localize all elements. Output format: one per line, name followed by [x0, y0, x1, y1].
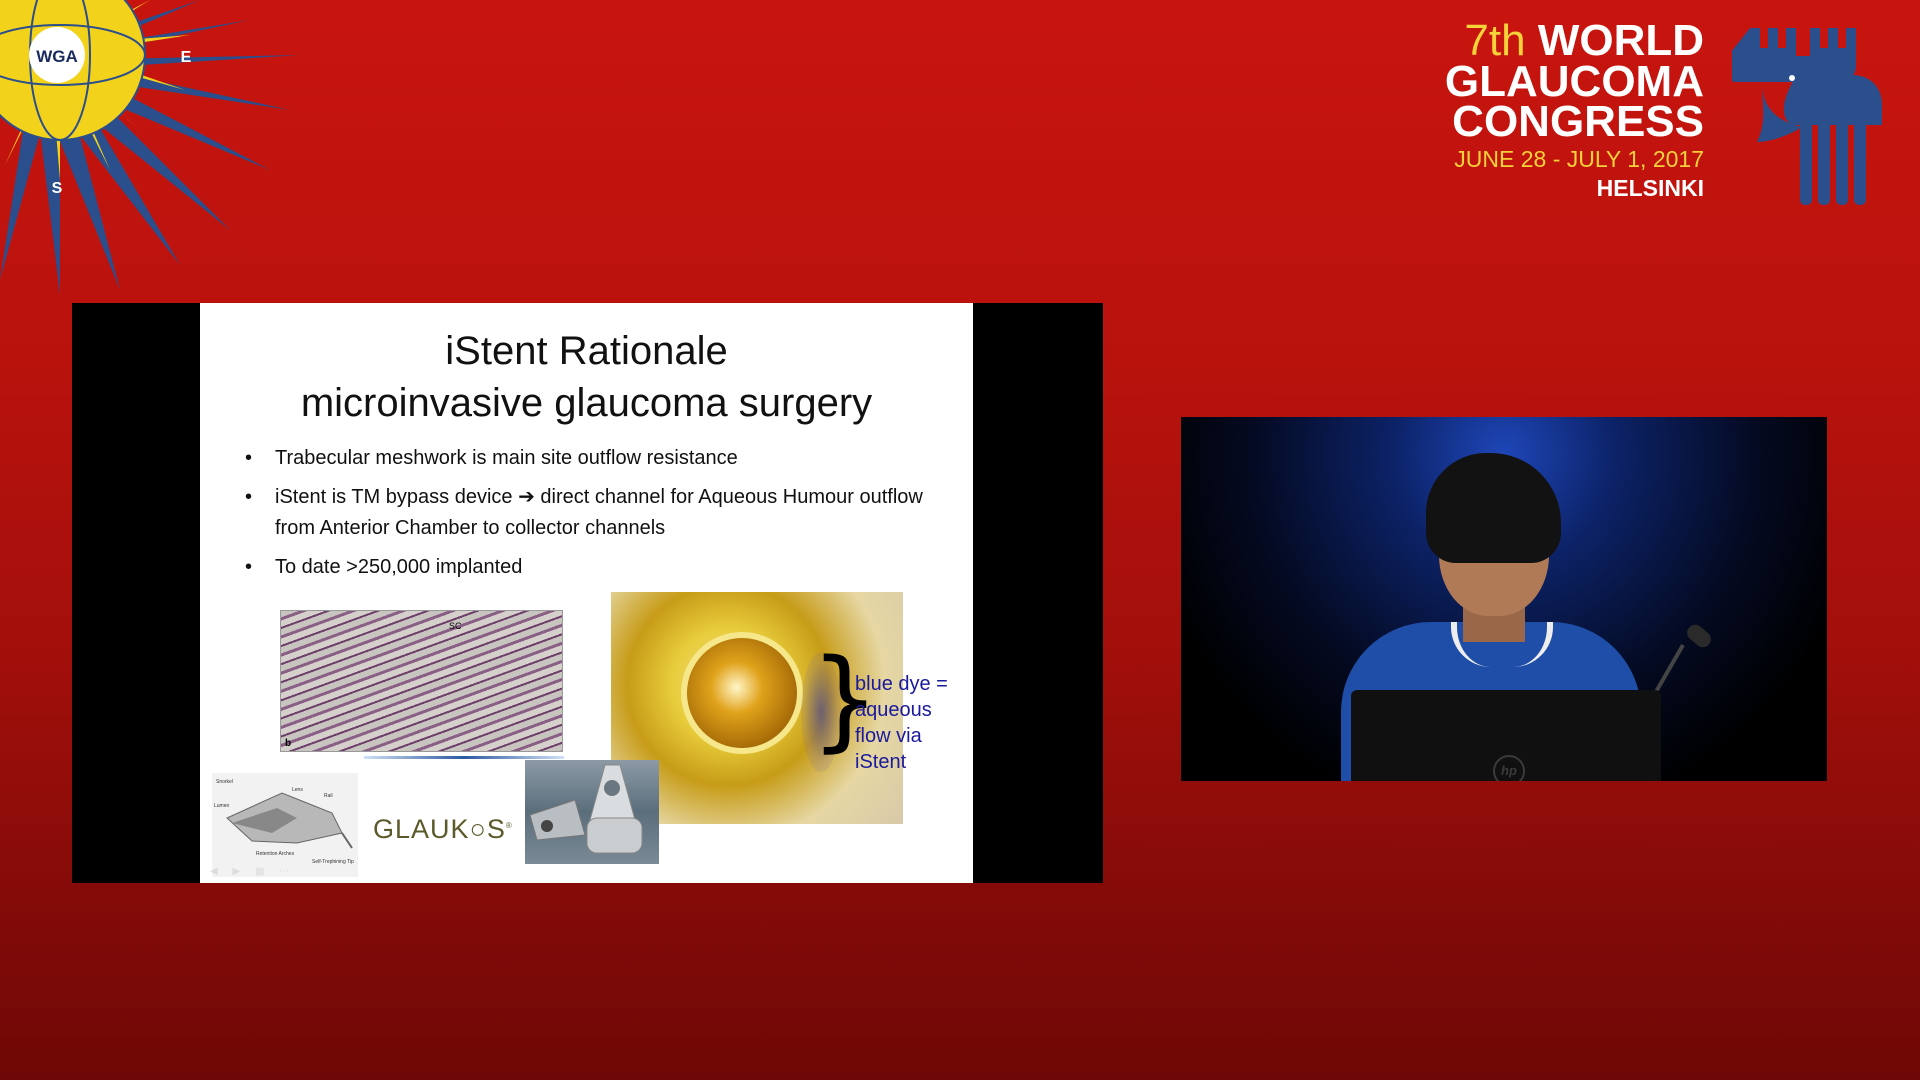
glaukos-trademark: ®: [505, 821, 513, 830]
moose-logo-icon: [1732, 28, 1882, 205]
congress-dates: JUNE 28 - JULY 1, 2017: [1454, 146, 1704, 172]
compass-east-label: E: [181, 49, 192, 66]
congress-city: HELSINKI: [1596, 175, 1704, 201]
congress-title-congress: CONGRESS: [1452, 97, 1704, 146]
diagram-label-rail: Rail: [324, 793, 333, 799]
stent-photo-drawing: [529, 764, 643, 854]
stent-photo: [525, 760, 659, 864]
histology-image: SC b: [280, 610, 563, 752]
diagram-label-lumen: Lumen: [214, 803, 230, 809]
bullet-item: iStent is TM bypass device ➔ direct chan…: [240, 482, 940, 544]
hp-logo-icon: hp: [1493, 755, 1525, 781]
speaker-video-feed: hp: [1181, 417, 1827, 781]
stent-diagram: Snorkel Lumen Lens Rail Retention Arches…: [212, 773, 358, 877]
congress-title-glaucoma: GLAUCOMA: [1444, 57, 1704, 106]
slide-title-line1: iStent Rationale: [445, 329, 728, 373]
eye-iris: [681, 632, 803, 754]
decorative-line: [364, 756, 564, 759]
glaukos-wordmark: GLAUK: [373, 814, 470, 844]
congress-branding: 7th WORLD GLAUCOMA CONGRESS JUNE 28 - JU…: [1444, 19, 1704, 202]
glaukos-logo: GLAUK○S®: [373, 814, 513, 844]
slide-bullet-list: Trabecular meshwork is main site outflow…: [240, 443, 940, 591]
diagram-label-lens: Lens: [292, 787, 303, 793]
slide-controls[interactable]: ◀ ▶ ▦ ⋯: [210, 866, 295, 877]
histology-panel-label: b: [285, 738, 292, 749]
diagram-label-snorkel: Snorkel: [216, 779, 233, 785]
compass-south-label: S: [52, 180, 63, 197]
wga-center-label: WGA: [36, 47, 78, 66]
bullet-item: To date >250,000 implanted: [240, 552, 940, 583]
diagram-label-self-trephining-tip: Self-Trephining Tip: [312, 859, 354, 865]
slide: iStent Rationale microinvasive glaucoma …: [200, 303, 973, 883]
slide-title: iStent Rationale microinvasive glaucoma …: [200, 325, 973, 429]
slide-title-line2: microinvasive glaucoma surgery: [300, 381, 873, 425]
bullet-item: Trabecular meshwork is main site outflow…: [240, 443, 940, 474]
blue-dye-caption: blue dye = aqueous flow via iStent: [855, 673, 948, 773]
diagram-label-retention-arches: Retention Arches: [256, 851, 295, 857]
glaukos-o-icon: ○: [469, 814, 487, 844]
histology-sc-label: SC: [449, 621, 462, 631]
microphone-icon: [1683, 621, 1715, 651]
wga-logo: WGA E S: [0, 0, 300, 295]
speaker-hair: [1426, 453, 1561, 563]
slide-panel: iStent Rationale microinvasive glaucoma …: [72, 303, 1103, 883]
